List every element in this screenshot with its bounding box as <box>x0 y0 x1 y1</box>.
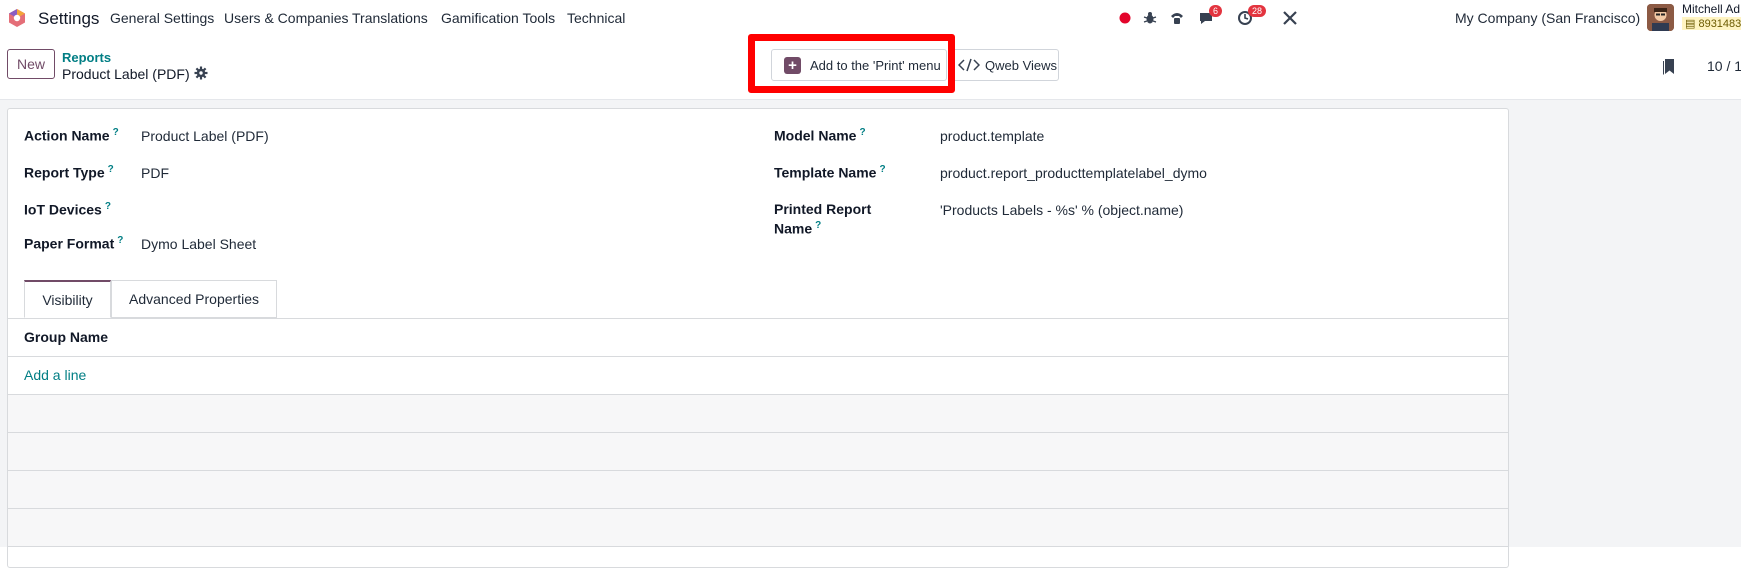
field-value-action-name[interactable]: Product Label (PDF) <box>141 128 269 144</box>
field-label-paper-format: Paper Format? <box>24 235 124 252</box>
bookmark-icon[interactable] <box>1662 58 1676 76</box>
record-indicator-icon[interactable] <box>1116 9 1134 27</box>
field-label-iot-devices: IoT Devices? <box>24 201 111 218</box>
odoo-logo-icon[interactable] <box>7 8 27 28</box>
database-badge: ▤ 8931483 <box>1682 17 1741 30</box>
database-name: 8931483 <box>1698 18 1741 30</box>
field-label-model-name: Model Name? <box>774 127 866 144</box>
field-value-paper-format[interactable]: Dymo Label Sheet <box>141 236 256 252</box>
menu-translations[interactable]: Translations <box>352 10 428 26</box>
database-icon: ▤ <box>1685 18 1699 30</box>
tab-visibility[interactable]: Visibility <box>24 280 111 318</box>
tools-icon[interactable] <box>1281 9 1299 27</box>
record-pager[interactable]: 10 / 1 <box>1707 58 1741 74</box>
field-value-printed-report-name[interactable]: 'Products Labels - %s' % (object.name) <box>940 202 1183 218</box>
tab-advanced-properties[interactable]: Advanced Properties <box>111 280 277 318</box>
app-name[interactable]: Settings <box>38 9 99 29</box>
code-icon <box>958 58 980 72</box>
field-value-iot-devices[interactable] <box>141 202 641 220</box>
messages-badge: 6 <box>1209 5 1223 17</box>
table-row: Add a line <box>8 357 1508 395</box>
field-value-model-name[interactable]: product.template <box>940 128 1044 144</box>
gear-icon[interactable] <box>194 66 208 80</box>
table-row <box>8 433 1508 471</box>
add-a-line-link[interactable]: Add a line <box>24 367 86 383</box>
qweb-views-label: Qweb Views <box>985 57 1058 73</box>
company-switcher[interactable]: My Company (San Francisco) <box>1455 10 1640 26</box>
highlight-annotation-box <box>748 34 955 93</box>
field-label-action-name: Action Name? <box>24 127 119 144</box>
field-label-report-type: Report Type? <box>24 164 114 181</box>
breadcrumb-current: Product Label (PDF) <box>62 66 190 82</box>
menu-general-settings[interactable]: General Settings <box>110 10 214 26</box>
user-name[interactable]: Mitchell Ad <box>1682 2 1740 16</box>
field-value-report-type[interactable]: PDF <box>141 165 169 181</box>
table-row <box>8 509 1508 547</box>
breadcrumb-reports[interactable]: Reports <box>62 50 111 65</box>
debug-bug-icon[interactable] <box>1141 9 1159 27</box>
menu-technical[interactable]: Technical <box>567 10 625 26</box>
field-value-template-name[interactable]: product.report_producttemplatelabel_dymo <box>940 165 1207 181</box>
qweb-views-button[interactable]: Qweb Views <box>949 49 1059 81</box>
messages-icon[interactable]: 6 <box>1197 5 1223 27</box>
menu-gamification-tools[interactable]: Gamification Tools <box>441 10 555 26</box>
field-label-printed-report-name: Printed Report Name? <box>774 201 872 237</box>
activities-clock-icon[interactable]: 28 <box>1236 5 1267 27</box>
table-row <box>8 395 1508 433</box>
activities-badge: 28 <box>1248 5 1267 17</box>
menu-users-companies[interactable]: Users & Companies <box>224 10 349 26</box>
field-label-template-name: Template Name? <box>774 164 886 181</box>
column-group-name[interactable]: Group Name <box>24 329 108 345</box>
new-button[interactable]: New <box>7 49 55 79</box>
user-avatar[interactable] <box>1647 4 1674 31</box>
group-table-header: Group Name <box>8 319 1508 357</box>
phone-icon[interactable] <box>1168 9 1186 27</box>
table-row <box>8 471 1508 509</box>
